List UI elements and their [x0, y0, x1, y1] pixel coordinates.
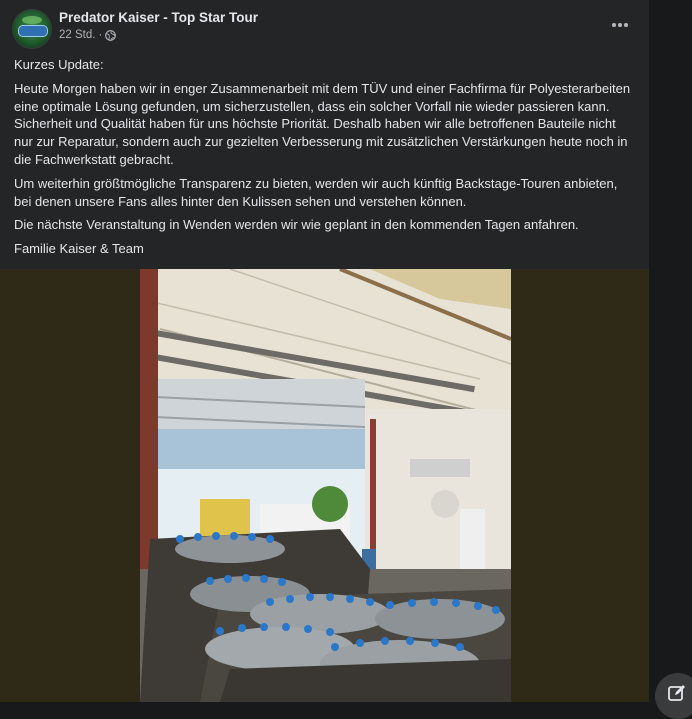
- meta-separator: ·: [98, 29, 103, 41]
- post-paragraph-intro: Kurzes Update:: [14, 57, 104, 72]
- page-avatar[interactable]: [12, 9, 52, 49]
- more-options-icon: [612, 23, 616, 27]
- compose-message-icon: [668, 685, 685, 701]
- post-paragraph-next-event: Die nächste Veranstaltung in Wenden werd…: [14, 217, 579, 233]
- workshop-photo-illustration: [140, 269, 511, 702]
- avatar-logo-glow: [22, 16, 42, 24]
- post-message: Kurzes Update: Heute Morgen haben wir in…: [14, 56, 634, 264]
- post-paragraph-transparency: Um weiterhin größtmögliche Transparenz z…: [14, 175, 618, 209]
- globe-icon: [105, 29, 117, 41]
- post-paragraph-signature: Familie Kaiser & Team: [14, 241, 144, 257]
- post-media[interactable]: [0, 269, 649, 702]
- more-options-button[interactable]: [605, 14, 635, 36]
- avatar-logo-ring: [18, 25, 48, 37]
- more-options-icon-dot: [618, 23, 622, 27]
- post-header: Predator Kaiser - Top Star Tour 22 Std. …: [0, 0, 649, 52]
- post-timestamp[interactable]: 22 Std.: [59, 29, 95, 41]
- more-options-icon-dot: [624, 23, 628, 27]
- post-meta: 22 Std. ·: [59, 29, 117, 41]
- post-author-name[interactable]: Predator Kaiser - Top Star Tour: [59, 10, 258, 25]
- post-paragraph-update: Heute Morgen haben wir in enger Zusammen…: [14, 80, 631, 167]
- post-photo[interactable]: [140, 269, 511, 702]
- compose-message-button[interactable]: [655, 673, 692, 719]
- post-card: Predator Kaiser - Top Star Tour 22 Std. …: [0, 0, 649, 702]
